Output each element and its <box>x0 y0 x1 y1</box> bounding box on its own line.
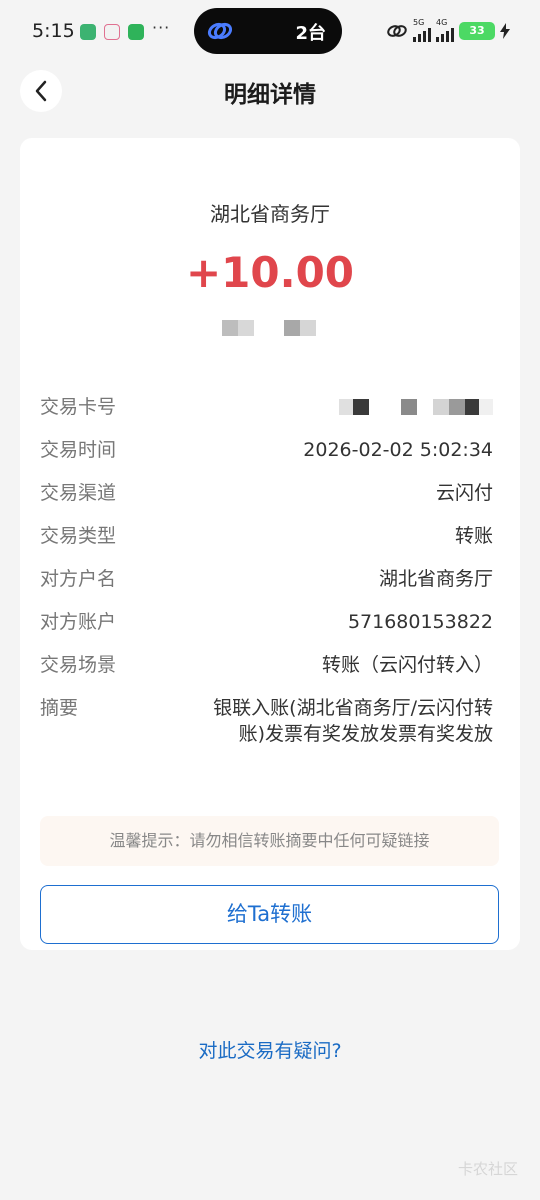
battery-indicator: 33 <box>459 21 495 40</box>
page-title: 明细详情 <box>224 82 316 108</box>
watermark: 卡农社区 <box>457 1160 518 1178</box>
detail-row-channel: 交易渠道 云闪付 <box>40 480 493 523</box>
row-value: 云闪付 <box>435 482 493 504</box>
transfer-to-them-button[interactable]: 给Ta转账 <box>40 885 499 944</box>
detail-row-counterparty-name: 对方户名 湖北省商务厅 <box>40 566 493 609</box>
row-label: 交易渠道 <box>40 482 117 504</box>
detail-row-card-number: 交易卡号 <box>40 394 493 437</box>
transaction-detail-card: 湖北省商务厅 +10.00 交易卡号 交易时间 2026-02-02 5:02:… <box>20 138 520 950</box>
dynamic-island[interactable]: 2台 <box>194 8 342 54</box>
wechat-notification-icon <box>128 24 144 40</box>
row-label: 交易类型 <box>40 525 117 547</box>
security-tip: 温馨提示：请勿相信转账摘要中任何可疑链接 <box>40 816 499 866</box>
detail-rows: 交易卡号 交易时间 2026-02-02 5:02:34 交易渠道 云闪付 交易… <box>40 394 493 747</box>
card-number-masked <box>339 394 493 420</box>
link-icon <box>207 22 233 40</box>
masked-text <box>222 320 316 336</box>
merchant-name: 湖北省商务厅 <box>210 202 330 226</box>
row-value: 转账（云闪付转入） <box>321 654 493 676</box>
status-indicators: 5G 4G 33 <box>386 19 510 42</box>
detail-row-counterparty-account: 对方账户 571680153822 <box>40 609 493 652</box>
row-value: 2026-02-02 5:02:34 <box>303 439 493 461</box>
row-label: 交易卡号 <box>40 396 117 418</box>
link-status-icon <box>387 24 407 37</box>
transaction-question-link[interactable]: 对此交易有疑问? <box>0 1036 540 1063</box>
row-label: 交易场景 <box>40 654 117 676</box>
status-bar: 5:15 ··· 2台 5G 4G 33 <box>0 0 540 62</box>
signal-4g-icon: 4G <box>436 19 454 42</box>
row-label: 摘要 <box>40 697 79 719</box>
app-notification-icon <box>104 24 120 40</box>
row-value: 571680153822 <box>347 611 493 633</box>
row-label: 对方户名 <box>40 568 117 590</box>
detail-row-summary: 摘要 银联入账(湖北省商务厅/云闪付转账)发票有奖发放发票有奖发放 <box>40 695 493 747</box>
header: 明细详情 <box>0 62 540 122</box>
signal-5g-icon: 5G <box>413 19 431 42</box>
row-value: 湖北省商务厅 <box>378 568 493 590</box>
status-time: 5:15 <box>32 20 75 42</box>
row-value: 银联入账(湖北省商务厅/云闪付转账)发票有奖发放发票有奖发放 <box>213 697 493 745</box>
row-label: 交易时间 <box>40 439 117 461</box>
transaction-amount: +10.00 <box>185 248 355 297</box>
detail-row-type: 交易类型 转账 <box>40 523 493 566</box>
detail-row-scene: 交易场景 转账（云闪付转入） <box>40 652 493 695</box>
page: 5:15 ··· 2台 5G 4G 33 明细详情 湖北省商务厅 +10.00 … <box>0 0 540 1200</box>
row-label: 对方账户 <box>40 611 117 633</box>
charging-icon <box>500 22 510 39</box>
app-notification-icon <box>80 24 96 40</box>
island-label: 2台 <box>295 23 326 44</box>
row-value: 转账 <box>454 525 493 547</box>
more-notifications-icon: ··· <box>152 18 171 37</box>
detail-row-time: 交易时间 2026-02-02 5:02:34 <box>40 437 493 480</box>
